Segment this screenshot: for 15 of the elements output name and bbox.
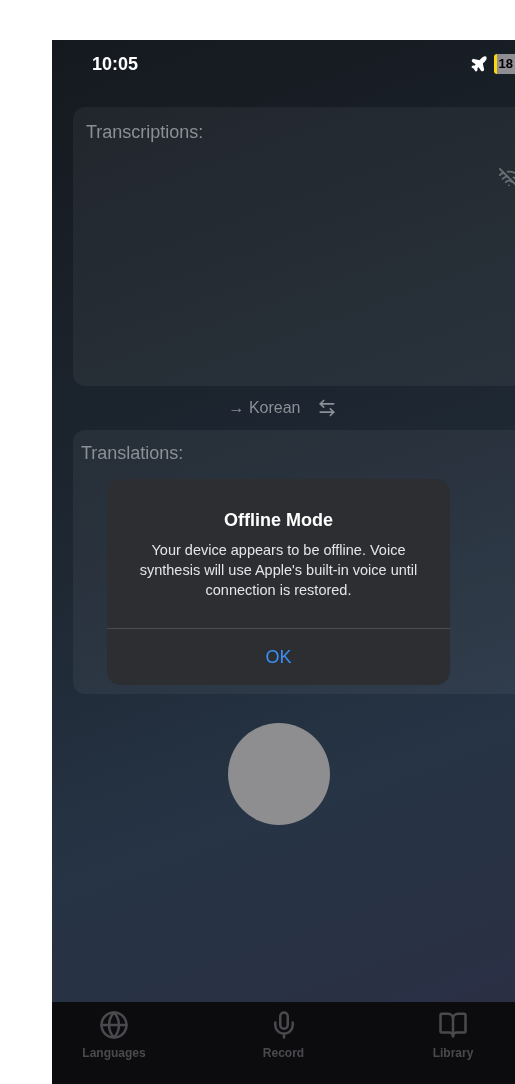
airplane-icon: [469, 55, 488, 73]
wifi-off-icon: [498, 167, 515, 189]
battery-indicator: 18: [493, 54, 515, 74]
target-language[interactable]: → Korean: [228, 396, 301, 420]
ok-button[interactable]: OK: [107, 629, 450, 685]
translations-label: Translations:: [81, 443, 184, 463]
tab-item[interactable]: Record: [243, 1010, 324, 1084]
status-time: 10:05: [92, 52, 139, 76]
alert-message: Your device appears to be offline. Voice synthesis will use Apple's built-in voice until connection is restored.: [138, 541, 419, 600]
alert-title: Offline Mode: [224, 509, 333, 532]
tab-item[interactable]: Languages: [74, 1010, 154, 1084]
book-icon: [438, 1010, 468, 1040]
transcriptions-label: Transcriptions:: [86, 122, 204, 142]
tab-item[interactable]: Library: [413, 1010, 493, 1084]
globe-icon: [99, 1010, 129, 1040]
